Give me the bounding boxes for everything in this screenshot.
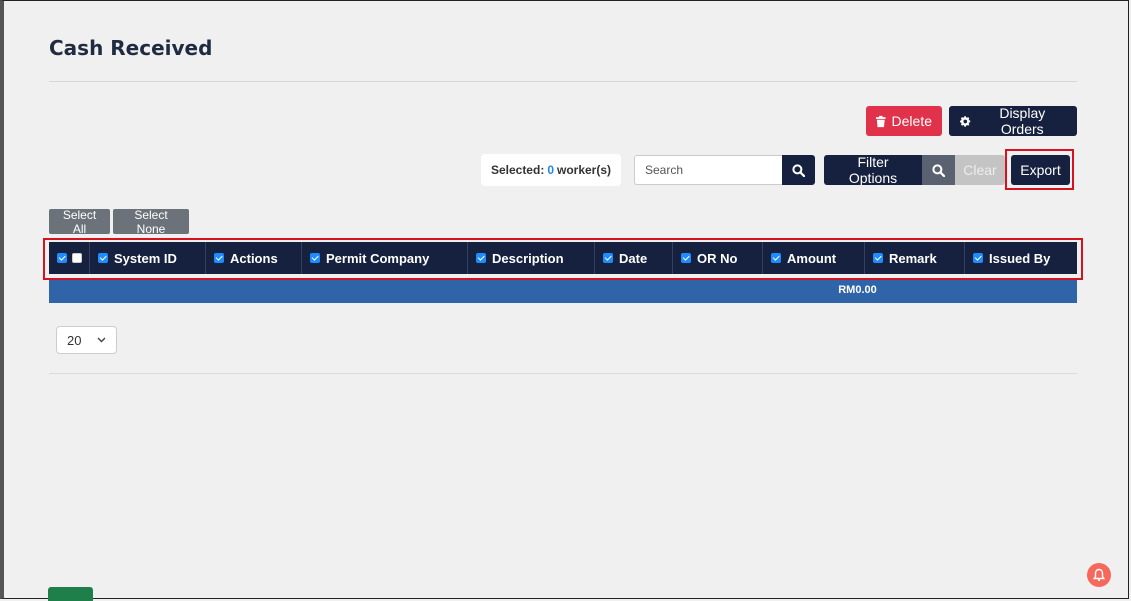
filter-options-button[interactable]: Filter Options — [824, 154, 922, 186]
select-all-button[interactable]: Select All — [49, 208, 110, 236]
search-button[interactable] — [782, 155, 815, 185]
column-label: Issued By — [989, 250, 1051, 266]
column-label: Description — [492, 250, 564, 266]
column-label: Remark — [889, 250, 937, 266]
trash-icon — [876, 115, 886, 127]
selected-suffix: worker(s) — [557, 163, 612, 177]
search-icon — [792, 163, 805, 177]
column-header-permit-company[interactable]: Permit Company — [302, 242, 468, 274]
column-header-system-id[interactable]: System ID — [90, 242, 206, 274]
content-divider — [49, 373, 1077, 374]
column-label: OR No — [697, 250, 738, 266]
column-label: System ID — [114, 250, 177, 266]
search-icon — [932, 163, 945, 177]
display-orders-label: Display Orders — [999, 105, 1046, 137]
column-label: Date — [619, 250, 648, 266]
column-checkbox[interactable] — [603, 253, 613, 263]
column-checkbox[interactable] — [214, 253, 224, 263]
column-checkbox[interactable] — [98, 253, 108, 263]
clear-button[interactable]: Clear — [955, 155, 1005, 185]
column-toggle-checkboxes — [49, 242, 90, 274]
bell-icon — [1092, 568, 1106, 582]
table-header: System ID Actions Permit Company Descrip… — [49, 242, 1077, 274]
column-checkbox[interactable] — [973, 253, 983, 263]
column-checkbox[interactable] — [310, 253, 320, 263]
page-size-select[interactable]: 20 — [56, 326, 117, 354]
column-header-remark[interactable]: Remark — [865, 242, 965, 274]
selected-count: 0 — [547, 163, 554, 177]
delete-button[interactable]: Delete — [866, 106, 942, 136]
column-header-actions[interactable]: Actions — [206, 242, 302, 274]
column-checkbox[interactable] — [873, 253, 883, 263]
filter-options-label: Filter Options — [848, 154, 898, 186]
column-checkbox[interactable] — [476, 253, 486, 263]
select-all-rows-checkbox[interactable] — [72, 253, 82, 263]
notification-button[interactable] — [1087, 563, 1111, 587]
column-label: Actions — [230, 250, 278, 266]
page-size-value: 20 — [67, 332, 82, 348]
column-header-or-no[interactable]: OR No — [673, 242, 763, 274]
green-action-button[interactable] — [48, 587, 93, 601]
table-total-row: RM0.00 — [49, 280, 1077, 303]
title-divider — [49, 81, 1077, 82]
total-amount: RM0.00 — [838, 284, 877, 296]
selected-workers-indicator: Selected: 0 worker(s) — [481, 154, 621, 186]
column-header-description[interactable]: Description — [468, 242, 595, 274]
column-label: Amount — [787, 250, 837, 266]
column-label: Permit Company — [326, 250, 430, 266]
selected-prefix: Selected: — [490, 163, 545, 177]
clear-button-label: Clear — [963, 162, 997, 178]
display-orders-button[interactable]: Display Orders — [949, 105, 1077, 137]
gear-icon — [960, 115, 971, 127]
delete-button-label: Delete — [891, 113, 932, 129]
export-button-label: Export — [1020, 162, 1061, 178]
column-header-date[interactable]: Date — [595, 242, 673, 274]
column-checkbox[interactable] — [681, 253, 691, 263]
select-none-button[interactable]: Select None — [113, 208, 189, 236]
page-title: Cash Received — [49, 36, 213, 60]
column-checkbox[interactable] — [771, 253, 781, 263]
column-header-issued-by[interactable]: Issued By — [965, 242, 1077, 274]
filter-search-button[interactable] — [922, 155, 955, 185]
column-header-amount[interactable]: Amount — [763, 242, 865, 274]
search-input[interactable] — [634, 155, 782, 185]
chevron-down-icon — [97, 337, 106, 343]
column-toggle-all-checkbox[interactable] — [57, 253, 67, 263]
export-button[interactable]: Export — [1011, 155, 1070, 185]
